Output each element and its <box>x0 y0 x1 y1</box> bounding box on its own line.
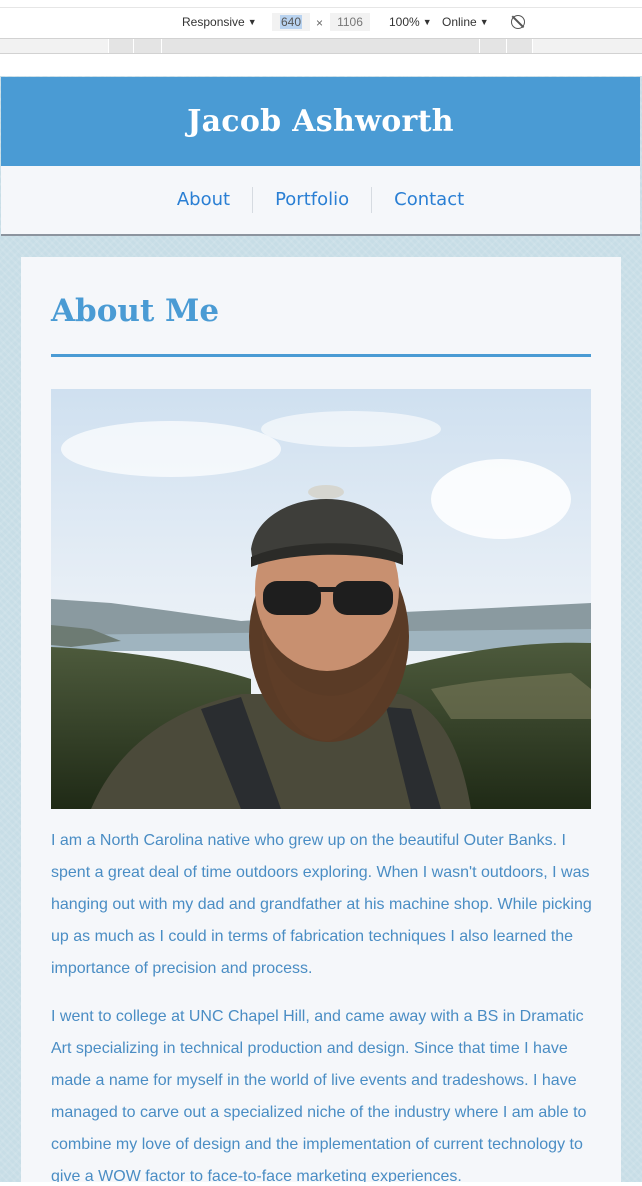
site-header: Jacob Ashworth <box>1 77 640 166</box>
caret-down-icon: ▼ <box>479 17 489 27</box>
toolbar-divider <box>0 7 642 8</box>
caret-down-icon: ▼ <box>422 17 432 27</box>
dimension-separator: × <box>316 16 324 30</box>
device-toolbar-bar: Responsive ▼ 640 × 1106 100% ▼ Online ▼ <box>0 12 642 34</box>
ruler-tick <box>133 39 134 53</box>
device-mode-label: Responsive <box>182 15 245 29</box>
devtools-device-toolbar: Responsive ▼ 640 × 1106 100% ▼ Online ▼ <box>0 0 642 56</box>
device-mode-select[interactable]: Responsive ▼ <box>182 15 257 29</box>
ruler-segment[interactable] <box>0 39 108 53</box>
heading-divider <box>51 354 591 357</box>
media-query-ruler[interactable] <box>0 38 642 54</box>
nav-link-portfolio[interactable]: Portfolio <box>253 187 371 213</box>
nav-link-about[interactable]: About <box>155 187 252 213</box>
ruler-tick <box>161 39 162 53</box>
zoom-select[interactable]: 100% ▼ <box>389 15 432 29</box>
ruler-segment[interactable] <box>533 39 642 53</box>
viewport-width-value: 640 <box>279 15 303 29</box>
ruler-tick <box>506 39 507 53</box>
profile-photo <box>51 389 591 809</box>
zoom-label: 100% <box>389 15 420 29</box>
bio-paragraph: I went to college at UNC Chapel Hill, an… <box>51 1008 587 1182</box>
viewport-width-input[interactable]: 640 <box>272 13 310 31</box>
throttling-label: Online <box>442 15 477 29</box>
main-nav: About Portfolio Contact <box>1 166 640 236</box>
ruler-tick <box>479 39 480 53</box>
ruler-tick <box>108 39 109 53</box>
site-title[interactable]: Jacob Ashworth <box>187 104 454 139</box>
bio-paragraph: I am a North Carolina native who grew up… <box>51 832 592 977</box>
rotate-icon[interactable] <box>511 15 525 29</box>
page-heading: About Me <box>51 293 220 329</box>
throttling-select[interactable]: Online ▼ <box>442 15 489 29</box>
nav-link-contact[interactable]: Contact <box>372 187 486 213</box>
emulated-viewport: Jacob Ashworth About Portfolio Contact A… <box>0 76 642 1182</box>
about-content-card: About Me I am a North Carolina native wh… <box>21 257 621 1182</box>
caret-down-icon: ▼ <box>247 17 257 27</box>
profile-photo-illustration <box>51 389 591 809</box>
viewport-height-input[interactable]: 1106 <box>330 13 370 31</box>
